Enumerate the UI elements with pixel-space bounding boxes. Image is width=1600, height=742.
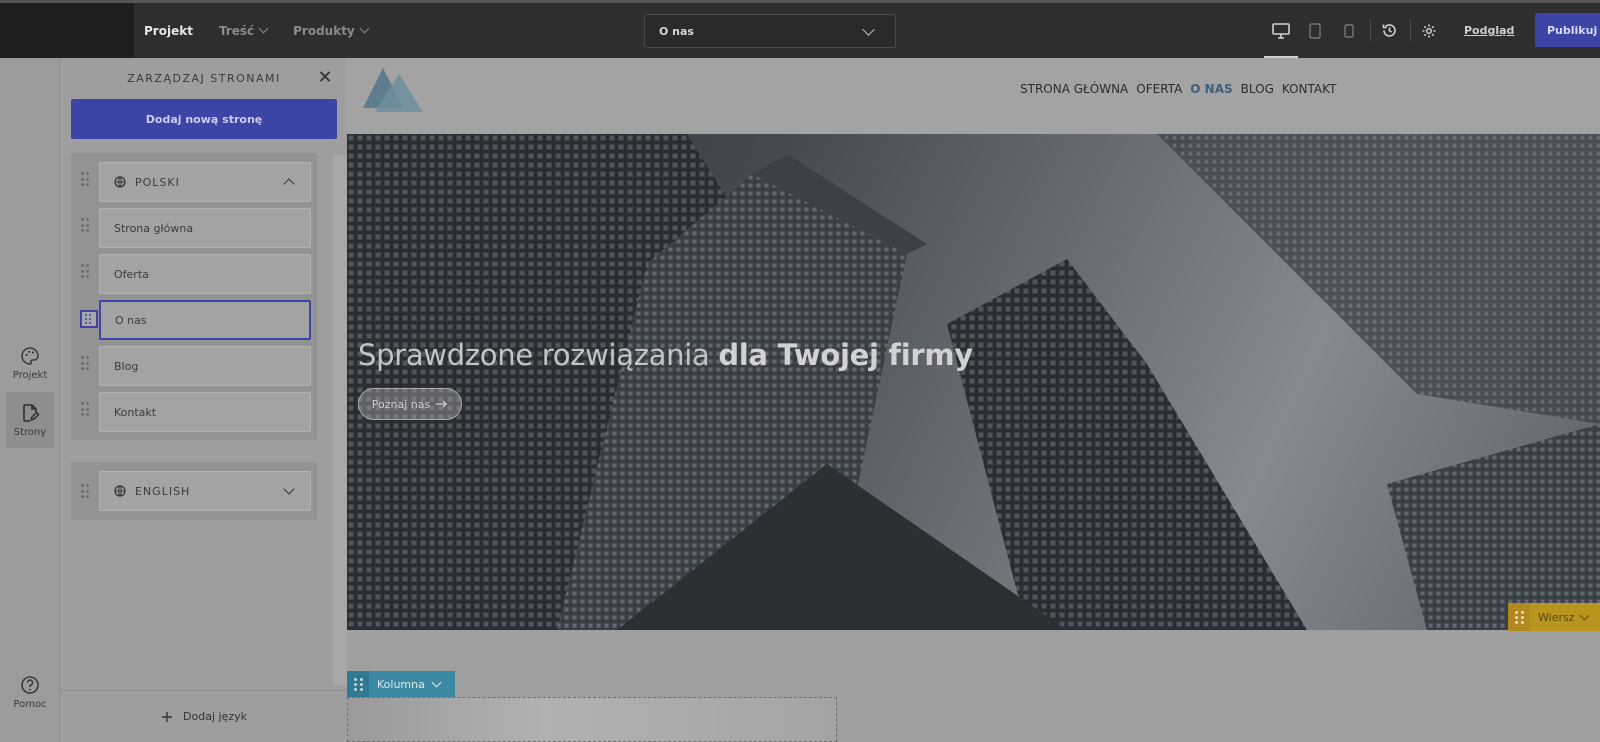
rail-label: Pomoc bbox=[13, 698, 47, 710]
settings-button[interactable] bbox=[1414, 3, 1444, 58]
globe-icon bbox=[114, 176, 126, 188]
chevron-down-icon bbox=[1579, 610, 1589, 620]
top-toolbar: Projekt Treść Produkty O nas Podgląd Pub… bbox=[0, 0, 1600, 58]
page-row-o-nas[interactable]: O nas bbox=[99, 300, 311, 340]
rail-label: Strony bbox=[13, 426, 47, 438]
desktop-icon bbox=[1272, 22, 1290, 39]
globe-icon bbox=[114, 485, 126, 497]
desktop-view-button[interactable] bbox=[1264, 3, 1298, 58]
language-group-polski: POLSKI Strona główna Oferta O nas Blog K… bbox=[71, 153, 317, 440]
drag-handle-icon[interactable] bbox=[81, 218, 93, 232]
drag-handle-icon[interactable] bbox=[81, 356, 93, 370]
top-menu: Projekt Treść Produkty bbox=[144, 3, 370, 58]
chevron-down-icon bbox=[258, 23, 269, 34]
brand-area bbox=[0, 3, 134, 58]
close-icon[interactable] bbox=[317, 69, 333, 85]
site-nav-item-active[interactable]: O NAS bbox=[1190, 82, 1232, 96]
device-switcher bbox=[1264, 3, 1366, 58]
tablet-icon bbox=[1309, 22, 1321, 39]
language-row-polski[interactable]: POLSKI bbox=[99, 162, 311, 202]
page-row-strona-glowna[interactable]: Strona główna bbox=[99, 208, 311, 248]
drag-handle-icon[interactable] bbox=[80, 310, 98, 328]
site-nav: STRONA GŁÓWNA OFERTA O NAS BLOG KONTAKT bbox=[1020, 82, 1336, 96]
drag-handle-icon[interactable] bbox=[81, 172, 93, 186]
column-toolbar[interactable]: Kolumna bbox=[347, 671, 455, 697]
publish-button[interactable]: Publikuj bbox=[1535, 13, 1600, 47]
chevron-down-icon bbox=[359, 23, 370, 34]
site-header: STRONA GŁÓWNA OFERTA O NAS BLOG KONTAKT bbox=[347, 58, 1600, 134]
page-row-kontakt[interactable]: Kontakt bbox=[99, 392, 311, 432]
site-logo[interactable] bbox=[361, 64, 425, 116]
chevron-down-icon bbox=[862, 23, 875, 36]
drag-handle-icon[interactable] bbox=[81, 402, 93, 416]
site-nav-item[interactable]: OFERTA bbox=[1136, 82, 1182, 96]
left-rail: Projekt Strony Pomoc bbox=[0, 58, 60, 742]
panel-title: ZARZĄDZAJ STRONAMI bbox=[127, 72, 281, 85]
menu-projekt[interactable]: Projekt bbox=[144, 24, 193, 38]
editor-canvas: STRONA GŁÓWNA OFERTA O NAS BLOG KONTAKT bbox=[347, 58, 1600, 742]
menu-tresc[interactable]: Treść bbox=[219, 23, 269, 38]
page-row-oferta[interactable]: Oferta bbox=[99, 254, 311, 294]
column-block[interactable] bbox=[347, 697, 837, 742]
plus-icon bbox=[162, 711, 173, 722]
add-language-button[interactable]: Dodaj język bbox=[61, 690, 347, 742]
mobile-view-button[interactable] bbox=[1332, 3, 1366, 58]
skyscrapers-photo bbox=[347, 134, 1600, 630]
site-nav-item[interactable]: KONTAKT bbox=[1282, 82, 1337, 96]
palette-icon bbox=[21, 346, 39, 365]
rail-item-pomoc[interactable]: Pomoc bbox=[6, 664, 54, 720]
arrow-right-icon bbox=[436, 400, 448, 408]
mobile-icon bbox=[1344, 23, 1354, 38]
history-icon bbox=[1382, 24, 1396, 37]
drag-handle-icon[interactable] bbox=[347, 671, 369, 697]
pages-panel: ZARZĄDZAJ STRONAMI Dodaj nową stronę POL… bbox=[61, 58, 347, 742]
drag-handle-icon[interactable] bbox=[1508, 603, 1530, 631]
add-page-button[interactable]: Dodaj nową stronę bbox=[71, 99, 337, 139]
history-button[interactable] bbox=[1374, 3, 1404, 58]
row-toolbar[interactable]: Wiersz bbox=[1508, 603, 1600, 631]
chevron-down-icon bbox=[283, 483, 295, 495]
language-group-english: ENGLISH bbox=[71, 462, 317, 520]
hero-cta-button[interactable]: Poznaj nas bbox=[358, 388, 462, 420]
hero-section[interactable]: Sprawdzone rozwiązania dla Twojej firmy … bbox=[347, 134, 1600, 630]
page-edit-icon bbox=[23, 403, 40, 422]
gear-icon bbox=[1422, 24, 1436, 37]
toolbar-divider bbox=[1370, 19, 1371, 41]
preview-link[interactable]: Podgląd bbox=[1464, 3, 1514, 58]
site-nav-item[interactable]: STRONA GŁÓWNA bbox=[1020, 82, 1128, 96]
column-label[interactable]: Kolumna bbox=[369, 671, 455, 697]
row-label[interactable]: Wiersz bbox=[1530, 603, 1600, 631]
help-icon bbox=[21, 675, 39, 694]
rail-item-projekt[interactable]: Projekt bbox=[6, 335, 54, 391]
rail-label: Projekt bbox=[12, 369, 48, 381]
hero-title[interactable]: Sprawdzone rozwiązania dla Twojej firmy bbox=[358, 338, 973, 372]
page-selector[interactable]: O nas bbox=[644, 14, 896, 48]
tablet-view-button[interactable] bbox=[1298, 3, 1332, 58]
drag-handle-icon[interactable] bbox=[81, 264, 93, 278]
drag-handle-icon[interactable] bbox=[81, 484, 93, 498]
panel-scrollbar[interactable] bbox=[333, 155, 347, 685]
site-nav-item[interactable]: BLOG bbox=[1241, 82, 1274, 96]
chevron-up-icon bbox=[283, 178, 295, 190]
menu-produkty[interactable]: Produkty bbox=[293, 23, 370, 38]
toolbar-divider bbox=[1410, 19, 1411, 41]
chevron-down-icon bbox=[431, 677, 442, 687]
rail-item-strony[interactable]: Strony bbox=[6, 392, 54, 448]
language-row-english[interactable]: ENGLISH bbox=[99, 471, 311, 511]
page-row-blog[interactable]: Blog bbox=[99, 346, 311, 386]
